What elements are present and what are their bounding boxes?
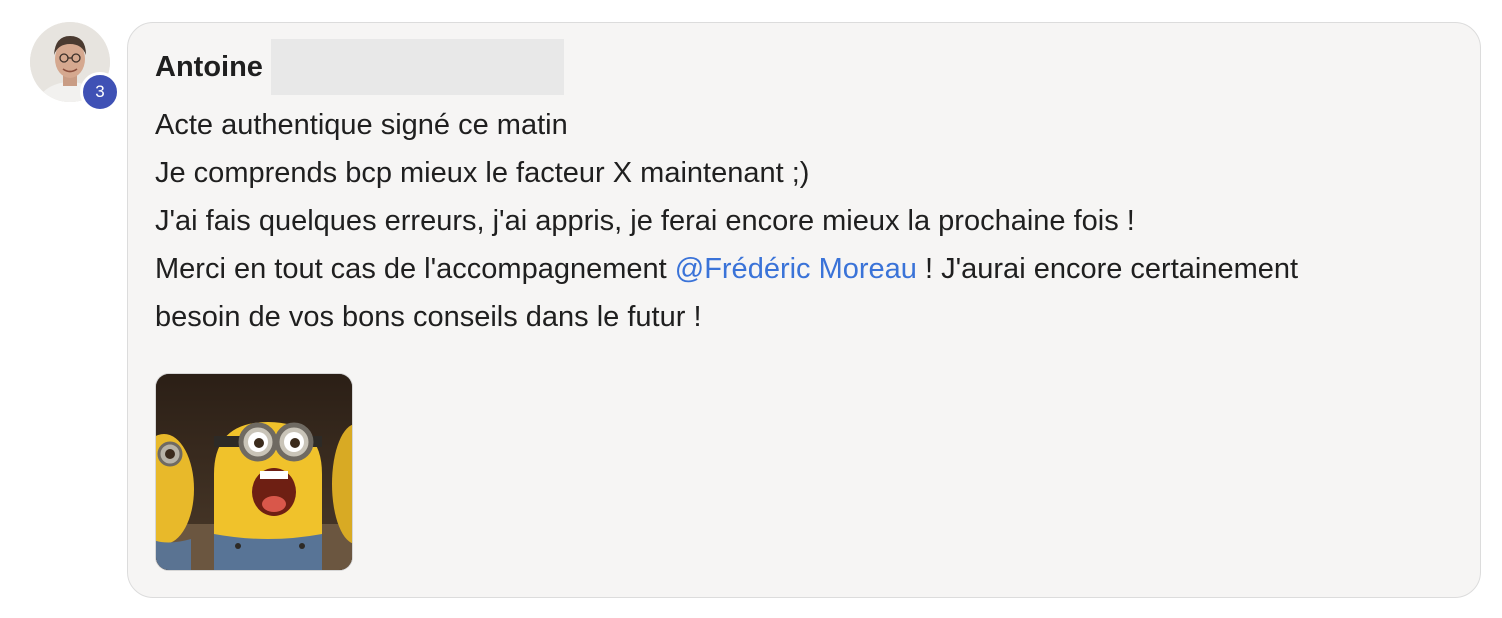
message-line: Merci en tout cas de l'accompagnement @F… bbox=[155, 245, 1455, 293]
author-avatar-container[interactable]: 3 bbox=[30, 22, 120, 112]
gif-attachment[interactable] bbox=[155, 373, 353, 571]
user-mention-link[interactable]: @Frédéric Moreau bbox=[675, 253, 917, 285]
message-line: Acte authentique signé ce matin bbox=[155, 109, 568, 141]
author-name[interactable]: Antoine bbox=[155, 51, 263, 84]
message-text: ! J'aurai encore certainement bbox=[916, 253, 1299, 285]
notification-badge: 3 bbox=[80, 72, 120, 112]
message-line: Je comprends bcp mieux le facteur X main… bbox=[155, 157, 810, 189]
minion-gif-image bbox=[156, 374, 352, 570]
message-bubble: Antoine Acte authentique signé ce matin … bbox=[127, 22, 1481, 598]
redacted-surname bbox=[270, 39, 564, 95]
message-post: 3 Antoine Acte authentique signé ce mati… bbox=[0, 0, 1502, 618]
message-text: Merci en tout cas de l'accompagnement bbox=[155, 253, 675, 285]
message-line: J'ai fais quelques erreurs, j'ai appris,… bbox=[155, 205, 1135, 237]
message-header: Antoine bbox=[155, 39, 564, 95]
message-body: Acte authentique signé ce matin Je compr… bbox=[155, 101, 1455, 341]
message-line: besoin de vos bons conseils dans le futu… bbox=[155, 301, 702, 333]
